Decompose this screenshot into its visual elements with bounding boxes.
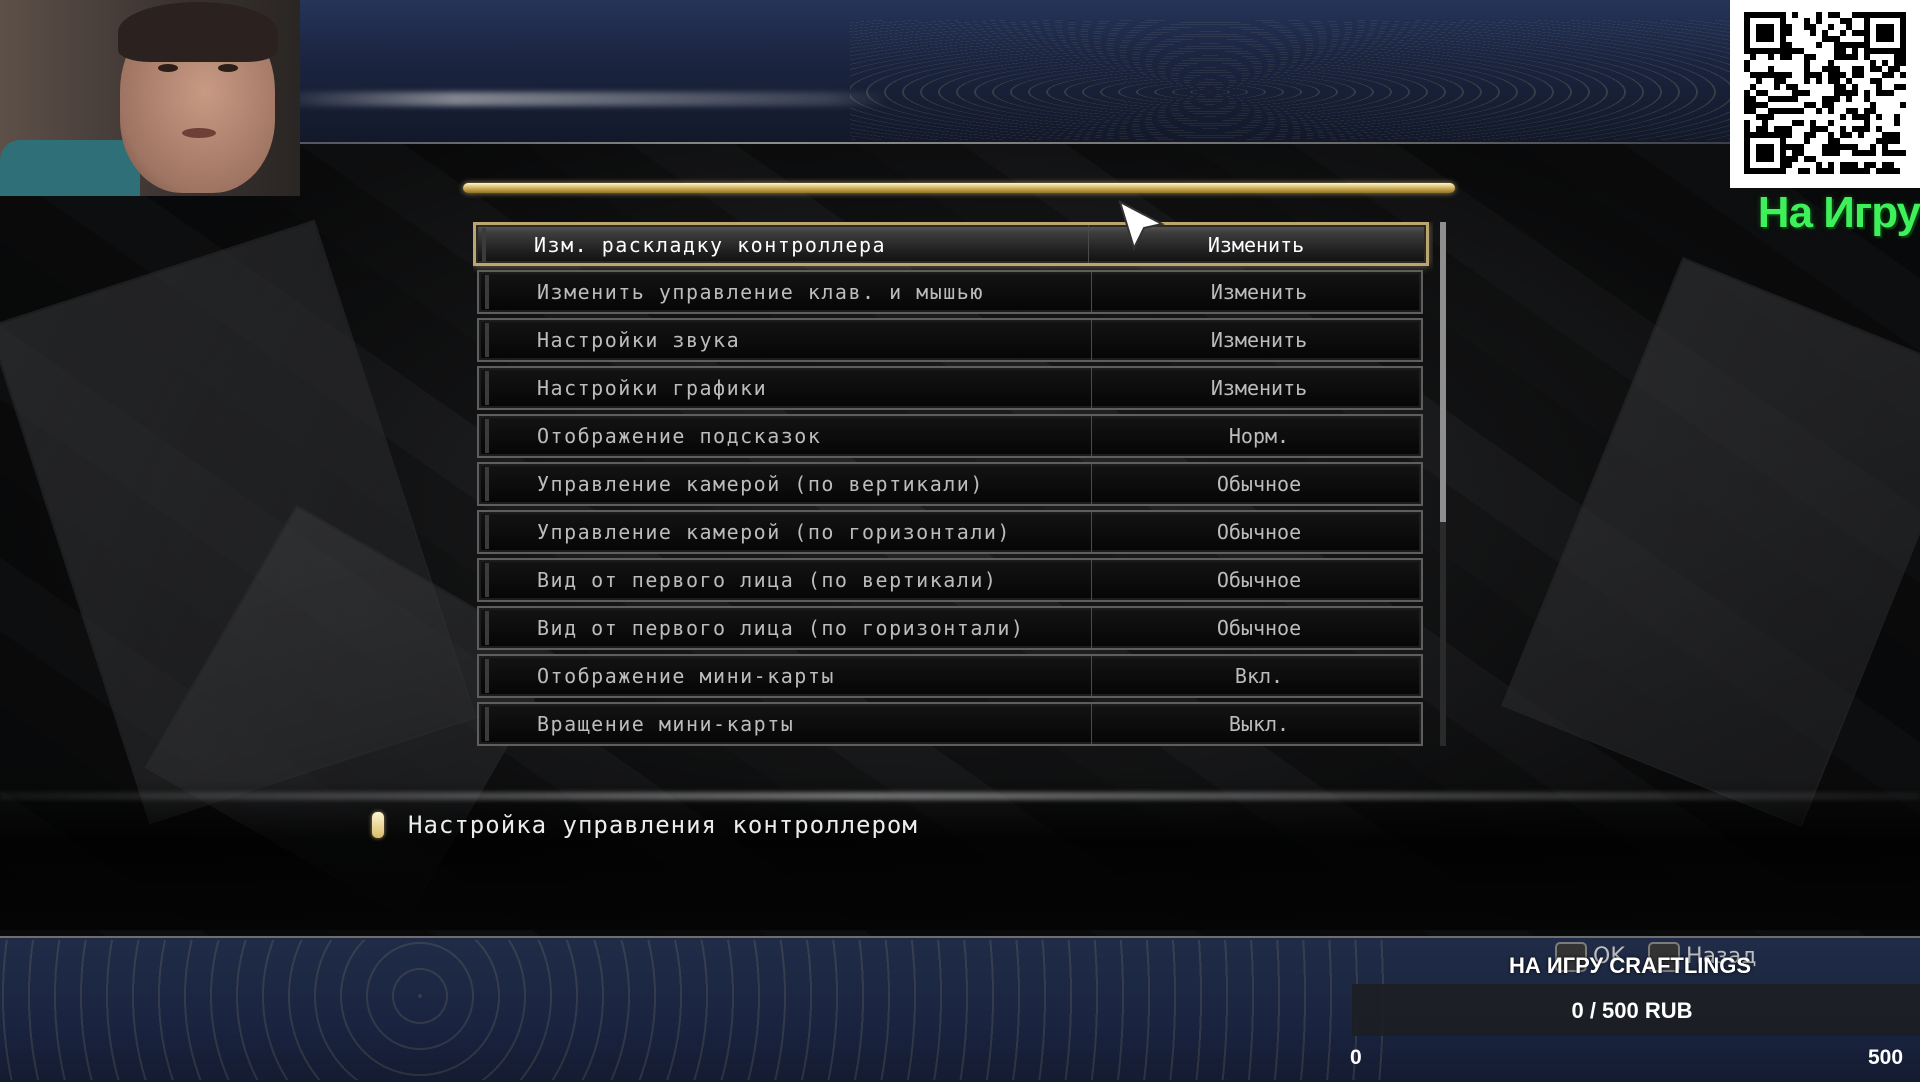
menu-row-divider bbox=[1091, 704, 1092, 744]
menu-row-divider bbox=[1091, 560, 1092, 600]
promo-label: На Игру bbox=[1757, 188, 1920, 237]
donation-amount: 0 / 500 RUB bbox=[1571, 998, 1693, 1023]
menu-row[interactable]: Изменить управление клав. и мышью Изменит… bbox=[477, 270, 1423, 314]
menu-row-label: Вид от первого лица (по вертикали) bbox=[537, 568, 998, 592]
menu-row-value: Обычное bbox=[1216, 520, 1302, 544]
scrollbar-thumb[interactable] bbox=[1440, 222, 1446, 522]
donation-min: 0 bbox=[1350, 1046, 1362, 1069]
menu-row-divider bbox=[1091, 608, 1092, 648]
qr-code-pattern bbox=[1744, 12, 1906, 174]
webcam-sofa bbox=[0, 140, 140, 196]
menu-row-divider bbox=[1091, 416, 1092, 456]
menu-row-label: Изм. раскладку контроллера bbox=[534, 233, 887, 257]
menu-row-label: Отображение подсказок bbox=[537, 424, 822, 448]
bottom-shadow bbox=[0, 780, 1920, 930]
menu-row-label: Управление камерой (по вертикали) bbox=[537, 472, 984, 496]
streamer-mouth bbox=[182, 128, 216, 138]
menu-row-divider bbox=[1088, 225, 1089, 263]
menu-row-divider bbox=[1091, 320, 1092, 360]
mouse-cursor-icon bbox=[1118, 200, 1165, 251]
menu-row[interactable]: Управление камерой (по вертикали) Обычное bbox=[477, 462, 1423, 506]
menu-row[interactable]: Вид от первого лица (по горизонтали) Обыч… bbox=[477, 606, 1423, 650]
menu-row[interactable]: Управление камерой (по горизонтали) Обычн… bbox=[477, 510, 1423, 554]
donation-max: 500 bbox=[1868, 1046, 1904, 1069]
menu-row-label: Отображение мини-карты bbox=[537, 664, 835, 688]
donation-title: НА ИГРУ CRAFTLINGS bbox=[1508, 953, 1752, 978]
menu-row-divider bbox=[1091, 656, 1092, 696]
menu-row[interactable]: Отображение подсказок Норм. bbox=[477, 414, 1423, 458]
menu-row-value: Изменить bbox=[1210, 328, 1308, 352]
menu-row-label: Вращение мини-карты bbox=[537, 712, 795, 736]
menu-row-label: Настройки звука bbox=[537, 328, 741, 352]
menu-row-value: Выкл. bbox=[1228, 712, 1290, 736]
menu-row-divider bbox=[1091, 464, 1092, 504]
qr-code bbox=[1730, 0, 1920, 188]
description-bullet-icon bbox=[372, 812, 384, 838]
menu-row[interactable]: Настройки графики Изменить bbox=[477, 366, 1423, 410]
menu-row[interactable]: Настройки звука Изменить bbox=[477, 318, 1423, 362]
menu-row-value: Обычное bbox=[1216, 472, 1302, 496]
menu-row-value: Изменить bbox=[1210, 376, 1308, 400]
menu-row[interactable]: Вращение мини-карты Выкл. bbox=[477, 702, 1423, 746]
menu-row-value: Обычное bbox=[1216, 568, 1302, 592]
menu-row-value: Обычное bbox=[1216, 616, 1302, 640]
menu-row[interactable]: Отображение мини-карты Вкл. bbox=[477, 654, 1423, 698]
scrollbar[interactable] bbox=[1440, 222, 1446, 746]
menu-row-label: Настройки графики bbox=[537, 376, 768, 400]
menu-row-label: Управление камерой (по горизонтали) bbox=[537, 520, 1011, 544]
menu-row-divider bbox=[1091, 512, 1092, 552]
settings-list: Изм. раскладку контроллера Изменить Измени… bbox=[473, 222, 1433, 746]
description-divider bbox=[0, 792, 1920, 800]
menu-row-divider bbox=[1091, 368, 1092, 408]
webcam-overlay bbox=[0, 0, 300, 196]
top-ornament-pattern bbox=[850, 20, 1750, 140]
bottom-ornament-pattern bbox=[0, 940, 1400, 1080]
menu-row-value: Вкл. bbox=[1234, 664, 1284, 688]
menu-row-divider bbox=[1091, 272, 1092, 312]
donation-progress-bar: 0 / 500 RUB bbox=[1352, 984, 1920, 1036]
menu-row[interactable]: Изм. раскладку контроллера Изменить bbox=[473, 222, 1429, 266]
menu-row-value: Изменить bbox=[1210, 280, 1308, 304]
menu-row[interactable]: Вид от первого лица (по вертикали) Обычно… bbox=[477, 558, 1423, 602]
menu-row-value: Норм. bbox=[1228, 424, 1290, 448]
streamer-eye bbox=[218, 64, 238, 72]
top-silver-streak bbox=[270, 92, 890, 106]
menu-row-label: Изменить управление клав. и мышью bbox=[537, 280, 984, 304]
menu-row-label: Вид от первого лица (по горизонтали) bbox=[537, 616, 1025, 640]
menu-top-bar bbox=[463, 183, 1455, 193]
streamer-eye bbox=[158, 64, 178, 72]
streamer-hair bbox=[118, 2, 278, 62]
option-description: Настройка управления контроллером bbox=[408, 811, 918, 839]
